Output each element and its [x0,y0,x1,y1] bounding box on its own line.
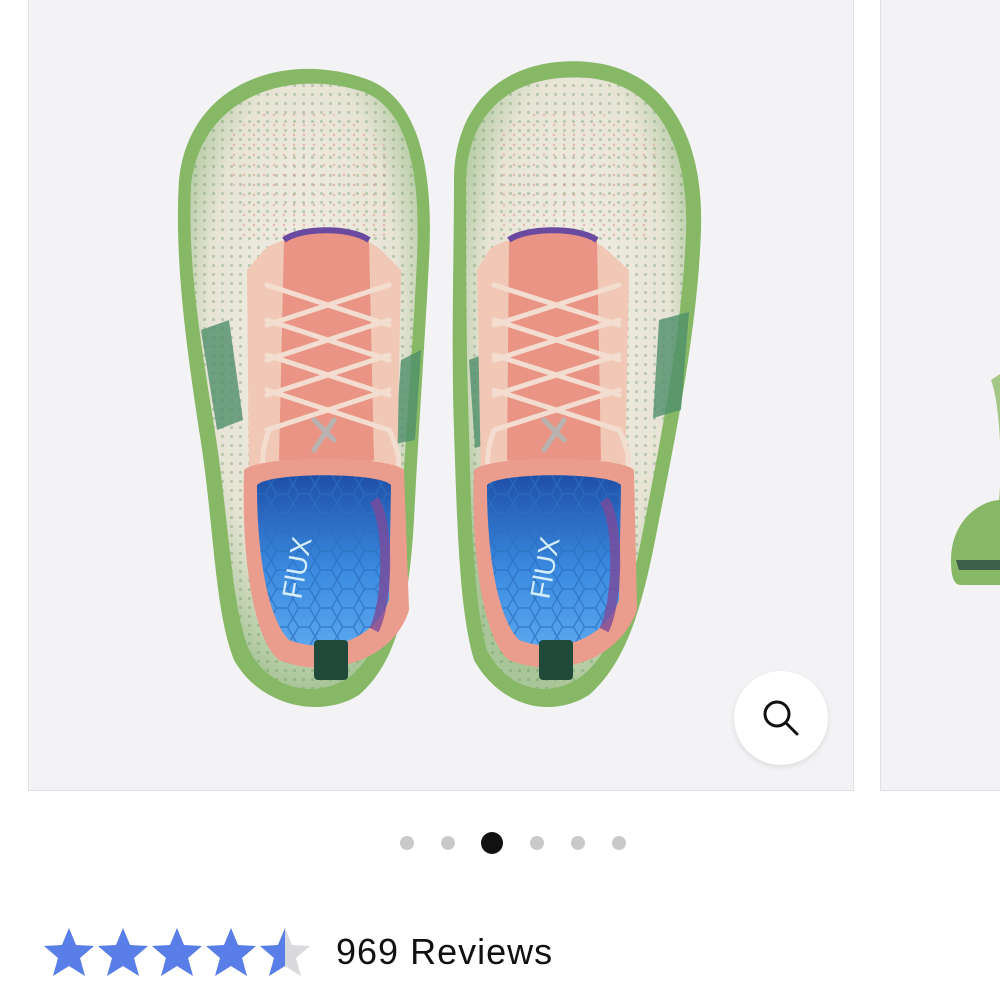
pagination-dot[interactable] [571,836,585,850]
star-full-icon [206,928,256,976]
pagination-dot-active[interactable] [481,832,503,854]
star-full-icon [98,928,148,976]
star-full-icon [44,928,94,976]
shoe-side-view-partial-image [951,374,1000,585]
product-image-slide-current[interactable]: FlUX FlUX [28,0,854,791]
left-shoe: FlUX [177,68,430,708]
star-half-icon [260,928,310,976]
product-rating[interactable]: 969 Reviews [42,922,553,982]
star-full-icon [152,928,202,976]
product-image-slide-next-peek[interactable] [880,0,1000,791]
pagination-dot[interactable] [441,836,455,850]
pagination-dot[interactable] [400,836,414,850]
shoe-pair-top-view-image: FlUX FlUX [177,61,702,708]
product-image-gallery[interactable]: FlUX FlUX [0,0,1000,800]
reviews-count-link[interactable]: 969 Reviews [336,931,553,973]
right-shoe: FlUX [452,61,702,708]
rating-stars [42,926,312,978]
carousel-pagination [0,832,1000,854]
magnifier-icon [763,700,799,736]
pagination-dot[interactable] [530,836,544,850]
zoom-button[interactable] [734,671,828,765]
pagination-dot[interactable] [612,836,626,850]
